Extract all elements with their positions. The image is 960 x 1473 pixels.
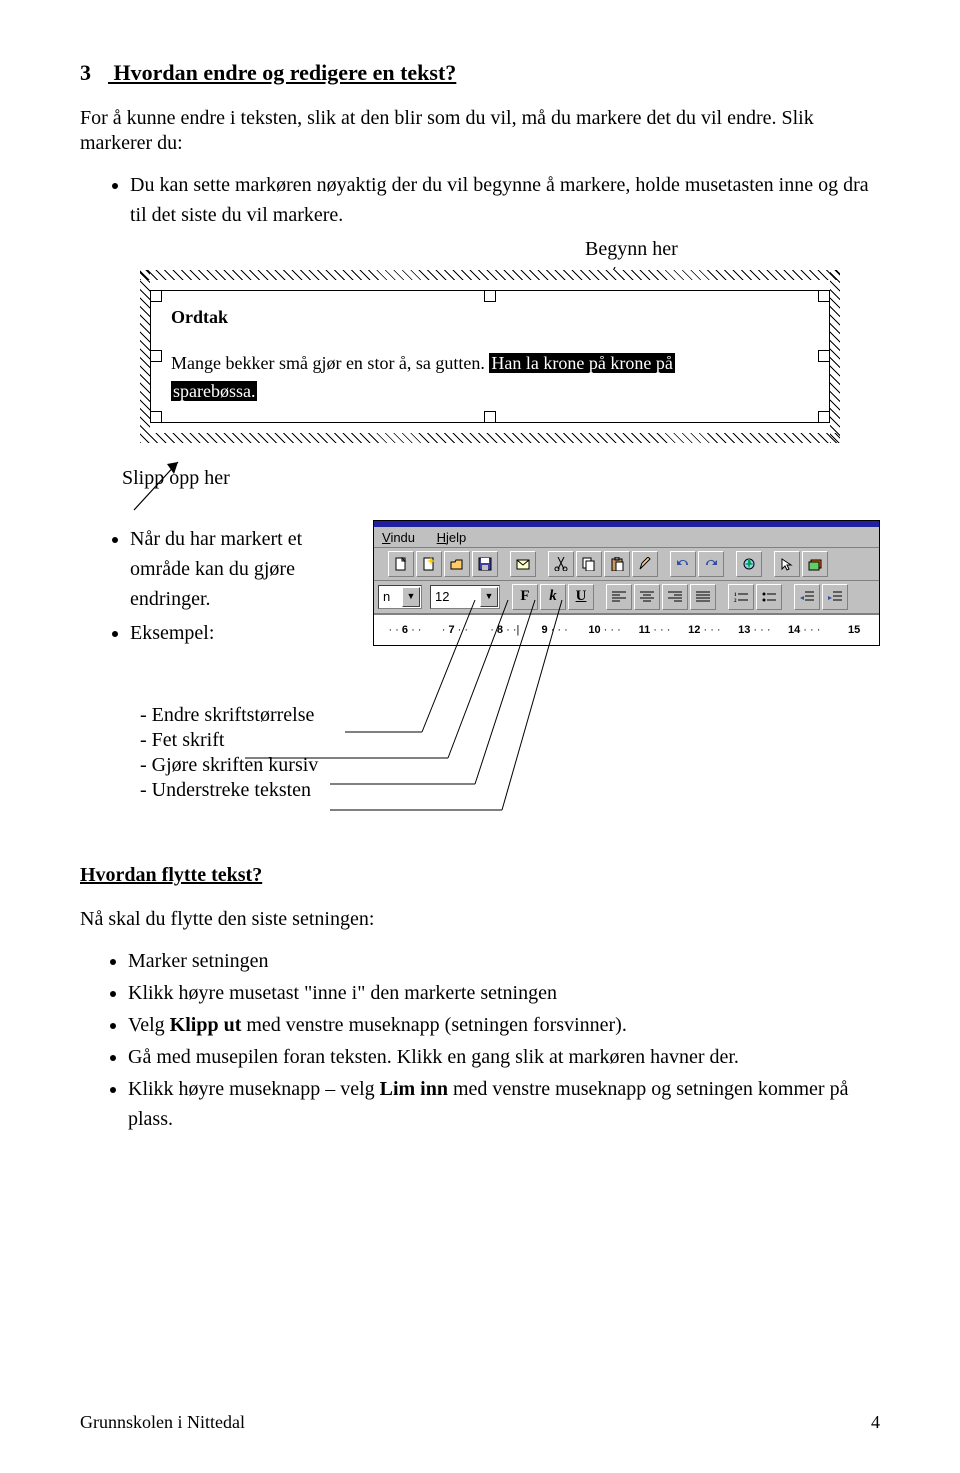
section-heading: 3 Hvordan endre og redigere en tekst? bbox=[80, 60, 880, 86]
indent-icon bbox=[828, 591, 842, 603]
indent-increase-button[interactable] bbox=[822, 584, 848, 610]
subsection-heading: Hvordan flytte tekst? bbox=[80, 864, 880, 887]
textbox-body: Mange bekker små gjør en stor å, sa gutt… bbox=[171, 350, 809, 406]
label-begin-here: Begynn her bbox=[585, 238, 678, 261]
page-number: 4 bbox=[871, 1412, 880, 1433]
toolbar-button[interactable] bbox=[774, 551, 800, 577]
list-bullet-button[interactable] bbox=[756, 584, 782, 610]
resize-handle[interactable] bbox=[150, 350, 162, 362]
list-item: Marker setningen bbox=[128, 946, 880, 976]
redo-icon bbox=[704, 557, 718, 571]
resize-handle[interactable] bbox=[818, 411, 830, 423]
cursor-icon bbox=[780, 557, 794, 571]
toolbar-button[interactable] bbox=[698, 551, 724, 577]
connector-lines-icon bbox=[80, 524, 680, 844]
textbox-title: Ordtak bbox=[171, 307, 809, 328]
example-textbox: Ordtak Mange bekker små gjør en stor å, … bbox=[140, 270, 880, 443]
intro-paragraph: For å kunne endre i teksten, slik at den… bbox=[80, 106, 880, 156]
nav-icon bbox=[742, 557, 756, 571]
resize-handle[interactable] bbox=[150, 411, 162, 423]
gallery-icon bbox=[808, 557, 822, 571]
section-title: Hvordan endre og redigere en tekst? bbox=[114, 60, 457, 85]
section-number: 3 bbox=[80, 60, 108, 86]
resize-handle[interactable] bbox=[484, 411, 496, 423]
list-numbered-icon: 12 bbox=[734, 591, 748, 603]
resize-handle[interactable] bbox=[818, 350, 830, 362]
label-release-here: Slipp opp her bbox=[122, 467, 880, 490]
resize-handle[interactable] bbox=[818, 290, 830, 302]
list-numbered-button[interactable]: 12 bbox=[728, 584, 754, 610]
outdent-icon bbox=[800, 591, 814, 603]
instruction-item: Du kan sette markøren nøyaktig der du vi… bbox=[130, 170, 880, 230]
indent-decrease-button[interactable] bbox=[794, 584, 820, 610]
list-item: Klikk høyre museknapp – velg Lim inn med… bbox=[128, 1074, 880, 1134]
list-item: Velg Klipp ut med venstre museknapp (set… bbox=[128, 1010, 880, 1040]
resize-handle[interactable] bbox=[150, 290, 162, 302]
list-bullet-icon bbox=[762, 591, 776, 603]
toolbar-button[interactable] bbox=[736, 551, 762, 577]
selected-text: sparebøssa. bbox=[171, 381, 257, 401]
move-intro: Nå skal du flytte den siste setningen: bbox=[80, 907, 880, 932]
instruction-list-1: Du kan sette markøren nøyaktig der du vi… bbox=[80, 170, 880, 230]
page-footer: Grunnskolen i Nittedal 4 bbox=[80, 1412, 880, 1433]
resize-handle[interactable] bbox=[484, 290, 496, 302]
selected-text: Han la krone på krone på bbox=[489, 353, 674, 373]
svg-text:1: 1 bbox=[734, 593, 737, 598]
list-item: Klikk høyre musetast "inne i" den marker… bbox=[128, 978, 880, 1008]
arrow-release-icon bbox=[130, 460, 190, 520]
align-justify-button[interactable] bbox=[690, 584, 716, 610]
list-item: Gå med musepilen foran teksten. Klikk en… bbox=[128, 1042, 880, 1072]
toolbar-button[interactable] bbox=[802, 551, 828, 577]
footer-source: Grunnskolen i Nittedal bbox=[80, 1412, 245, 1433]
svg-text:2: 2 bbox=[734, 599, 737, 603]
move-steps-list: Marker setningen Klikk høyre musetast "i… bbox=[80, 946, 880, 1134]
align-justify-icon bbox=[696, 591, 710, 603]
